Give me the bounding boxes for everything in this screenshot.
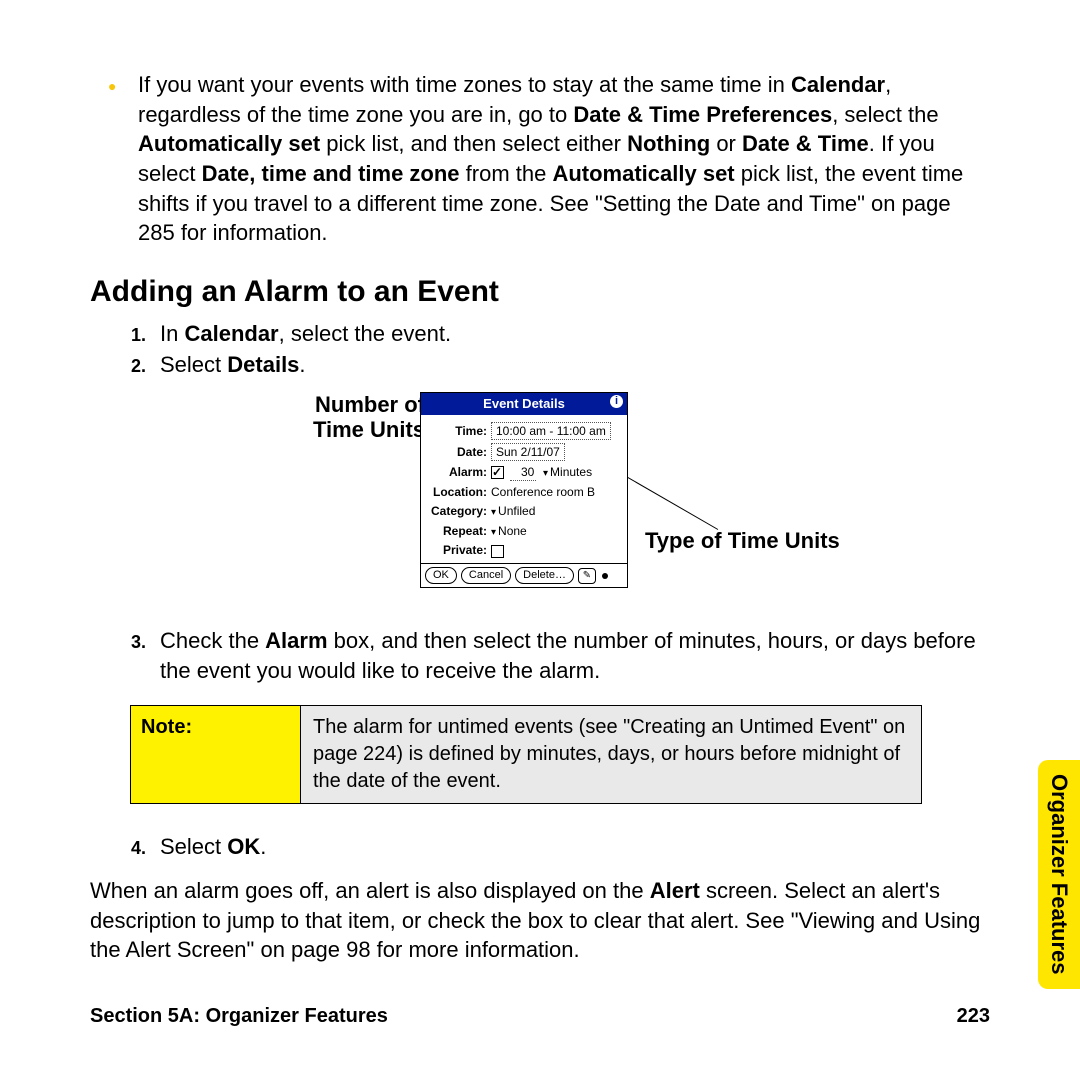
step-3: 3. Check the Alarm box, and then select … (90, 626, 990, 685)
t: Date & Time Preferences (573, 102, 832, 127)
row-alarm: Alarm: 30 Minutes (427, 464, 621, 481)
alarm-unit-dropdown[interactable]: Minutes (543, 464, 592, 481)
step-1: 1. In Calendar, select the event. (90, 319, 990, 349)
t: Calendar (791, 72, 885, 97)
footer: Section 5A: Organizer Features 223 (90, 1003, 990, 1030)
t: Details (227, 352, 299, 377)
t: or (710, 131, 742, 156)
t: Select (160, 352, 227, 377)
ok-button[interactable]: OK (425, 567, 457, 584)
dialog-buttons: OK Cancel Delete… ✎ (421, 563, 627, 587)
step-number: 3. (90, 626, 160, 685)
label: Repeat: (427, 523, 491, 539)
alarm-number-field[interactable]: 30 (510, 464, 536, 481)
step-text: Select Details. (160, 350, 990, 380)
t: from the (460, 161, 553, 186)
t: Alarm (265, 628, 327, 653)
time-field[interactable]: 10:00 am - 11:00 am (491, 422, 621, 440)
page-number: 223 (957, 1003, 990, 1030)
dot-icon (602, 573, 608, 579)
note-label: Note: (131, 706, 301, 803)
dialog-body: Time: 10:00 am - 11:00 am Date: Sun 2/11… (421, 415, 627, 564)
delete-button[interactable]: Delete… (515, 567, 574, 584)
note-icon[interactable]: ✎ (578, 568, 596, 584)
step-text: Check the Alarm box, and then select the… (160, 626, 990, 685)
callout-number-of-time-units: Number of Time Units (225, 392, 425, 443)
location-field[interactable]: Conference room B (491, 484, 621, 500)
t: pick list, and then select either (320, 131, 627, 156)
dialog-title: Event Details (483, 396, 565, 411)
alarm-checkbox[interactable] (491, 466, 504, 479)
category-dropdown[interactable]: Unfiled (491, 503, 621, 520)
event-details-dialog: Event Details i Time: 10:00 am - 11:00 a… (420, 392, 628, 588)
note-text: The alarm for untimed events (see "Creat… (301, 706, 921, 803)
footer-section: Section 5A: Organizer Features (90, 1003, 388, 1030)
row-category: Category: Unfiled (427, 503, 621, 520)
date-field[interactable]: Sun 2/11/07 (491, 443, 621, 461)
step-number: 2. (90, 350, 160, 380)
t: Calendar (184, 321, 278, 346)
t: Number of (315, 392, 425, 417)
t: Time Units (313, 417, 425, 442)
t: Date, time and time zone (202, 161, 460, 186)
t: When an alarm goes off, an alert is also… (90, 878, 650, 903)
t: Automatically set (138, 131, 320, 156)
row-location: Location: Conference room B (427, 484, 621, 500)
intro-text: If you want your events with time zones … (138, 70, 990, 248)
t: In (160, 321, 184, 346)
step-number: 1. (90, 319, 160, 349)
row-date: Date: Sun 2/11/07 (427, 443, 621, 461)
label: Private: (427, 542, 491, 558)
dialog-title-bar: Event Details i (421, 393, 627, 415)
step-text: In Calendar, select the event. (160, 319, 990, 349)
t: Select (160, 834, 227, 859)
note-box: Note: The alarm for untimed events (see … (130, 705, 922, 804)
t: Sun 2/11/07 (491, 443, 565, 461)
label: Category: (427, 503, 491, 519)
callout-type-of-time-units: Type of Time Units (645, 526, 840, 556)
step-text: Select OK. (160, 832, 990, 862)
t: . (299, 352, 305, 377)
after-paragraph: When an alarm goes off, an alert is also… (90, 876, 990, 965)
row-repeat: Repeat: None (427, 523, 621, 540)
step-number: 4. (90, 832, 160, 862)
t: Automatically set (552, 161, 734, 186)
side-tab: Organizer Features (1038, 760, 1080, 989)
t: , select the event. (279, 321, 451, 346)
label: Time: (427, 423, 491, 439)
bullet-icon: ● (90, 70, 138, 248)
label: Alarm: (427, 464, 491, 480)
t: Alert (650, 878, 700, 903)
intro-bullet: ● If you want your events with time zone… (90, 70, 990, 248)
repeat-dropdown[interactable]: None (491, 523, 621, 540)
t: OK (227, 834, 260, 859)
t: Date & Time (742, 131, 869, 156)
connector-line (614, 469, 718, 530)
t: , select the (832, 102, 938, 127)
t: If you want your events with time zones … (138, 72, 791, 97)
label: Date: (427, 444, 491, 460)
section-heading: Adding an Alarm to an Event (90, 272, 990, 313)
t: 10:00 am - 11:00 am (491, 422, 611, 440)
t: Nothing (627, 131, 710, 156)
label: Location: (427, 484, 491, 500)
alarm-controls: 30 Minutes (491, 464, 621, 481)
step-2: 2. Select Details. (90, 350, 990, 380)
info-icon[interactable]: i (610, 395, 623, 408)
row-time: Time: 10:00 am - 11:00 am (427, 422, 621, 440)
private-checkbox[interactable] (491, 545, 504, 558)
row-private: Private: (427, 542, 621, 558)
t: Check the (160, 628, 265, 653)
cancel-button[interactable]: Cancel (461, 567, 511, 584)
private-value (491, 542, 621, 558)
step-4: 4. Select OK. (90, 832, 990, 862)
figure: Number of Time Units Type of Time Units … (90, 392, 990, 622)
t: . (260, 834, 266, 859)
